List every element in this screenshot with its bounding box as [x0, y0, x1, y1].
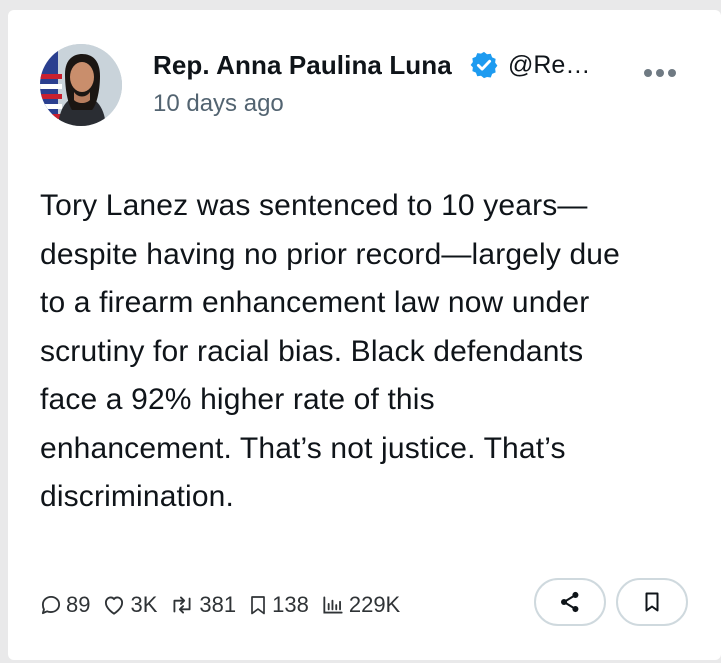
like-count: 3K — [130, 592, 158, 617]
dot — [668, 69, 676, 77]
repost-count: 381 — [199, 592, 237, 617]
reply-count: 89 — [66, 592, 91, 617]
views-count: 229K — [348, 592, 401, 617]
engagement-bar: 89 3K 381 138 229K — [38, 590, 410, 620]
share-button[interactable] — [534, 578, 606, 626]
post-text-line: discrimination. — [40, 480, 234, 513]
bookmark-count: 138 — [272, 592, 309, 617]
views-button[interactable]: 229K — [319, 592, 400, 618]
post-text-line: despite having no prior record—largely d… — [40, 237, 620, 271]
post-text-line: Tory Lanez was sentenced to 10 years— — [40, 189, 588, 222]
bookmark-icon — [251, 596, 265, 615]
dot — [656, 69, 664, 77]
author-name[interactable]: Rep. Anna Paulina Luna — [153, 50, 452, 81]
repost-button[interactable]: 381 — [167, 592, 236, 618]
post-text: Tory Lanez was sentenced to 10 years— de… — [40, 182, 710, 522]
post-text-line: to a firearm enhancement law now under — [40, 286, 590, 319]
author-handle[interactable]: @Re… — [508, 51, 590, 80]
repost-icon — [173, 596, 191, 614]
post-text-line: enhancement. That’s not justice. That’s — [40, 431, 566, 465]
reply-icon — [41, 595, 61, 615]
post-timestamp[interactable]: 10 days ago — [153, 90, 284, 118]
bookmark-icon — [645, 592, 659, 612]
post-card: Rep. Anna Paulina Luna @Re… 10 days ago … — [8, 10, 721, 660]
dot — [644, 69, 652, 77]
bookmark-button[interactable] — [616, 578, 688, 626]
verified-badge-icon — [470, 51, 498, 79]
heart-icon — [105, 596, 124, 615]
more-options-icon[interactable] — [640, 60, 680, 86]
bar-chart-icon — [323, 596, 343, 614]
post-text-line: scrutiny for racial bias. Black defendan… — [40, 334, 584, 368]
reply-button[interactable]: 89 — [38, 592, 90, 618]
like-button[interactable]: 3K — [100, 592, 157, 618]
post-text-line: face a 92% higher rate of this — [40, 383, 435, 416]
profile-photo — [40, 44, 122, 126]
avatar[interactable] — [40, 44, 122, 126]
share-icon — [561, 591, 579, 613]
bookmark-count-button[interactable]: 138 — [246, 592, 309, 618]
